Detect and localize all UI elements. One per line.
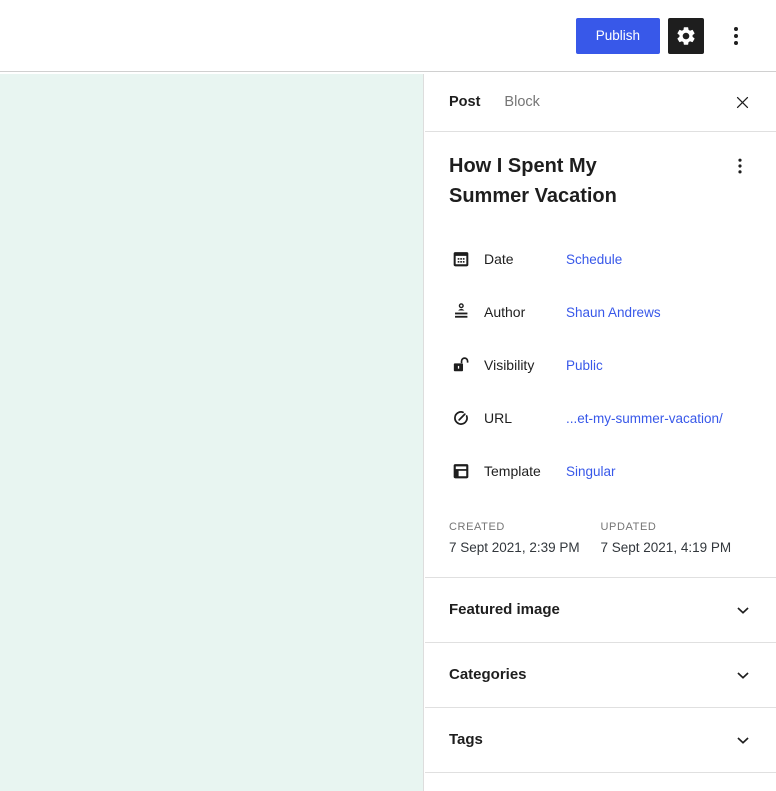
settings-button[interactable]	[668, 17, 704, 54]
tab-block[interactable]: Block	[504, 94, 539, 110]
summary-row-visibility: Visibility Public	[449, 339, 752, 392]
chevron-down-icon	[732, 729, 754, 751]
created-value: 7 Sept 2021, 2:39 PM	[449, 539, 580, 555]
post-summary-section: How I Spent My Summer Vacation Date Sche…	[425, 132, 776, 578]
summary-row-template: Template Singular	[449, 445, 752, 498]
calendar-icon	[449, 247, 473, 271]
post-meta: CREATED 7 Sept 2021, 2:39 PM UPDATED 7 S…	[449, 521, 752, 555]
editor-canvas[interactable]	[0, 73, 424, 791]
panel-title: Tags	[449, 731, 483, 748]
created-meta: CREATED 7 Sept 2021, 2:39 PM	[449, 521, 601, 555]
link-icon	[449, 406, 473, 430]
row-label-date: Date	[484, 251, 514, 267]
options-menu-button[interactable]	[722, 18, 750, 54]
visibility-link[interactable]: Public	[566, 358, 603, 373]
url-link[interactable]: ...et-my-summer-vacation/	[566, 411, 723, 426]
sidebar-tabs-header: Post Block	[425, 74, 776, 132]
publish-button[interactable]: Publish	[575, 17, 660, 54]
updated-value: 7 Sept 2021, 4:19 PM	[600, 539, 732, 555]
schedule-link[interactable]: Schedule	[566, 252, 622, 267]
post-actions-menu-button[interactable]	[728, 154, 752, 178]
template-link[interactable]: Singular	[566, 464, 616, 479]
kebab-menu-icon	[724, 24, 748, 48]
gear-icon	[675, 25, 697, 47]
panel-tags[interactable]: Tags	[425, 708, 776, 773]
tab-post[interactable]: Post	[449, 94, 480, 110]
summary-row-url: URL ...et-my-summer-vacation/	[449, 392, 752, 445]
panel-featured-image[interactable]: Featured image	[425, 578, 776, 643]
editor-topbar: Publish	[0, 0, 776, 72]
panel-categories[interactable]: Categories	[425, 643, 776, 708]
panel-title: Categories	[449, 666, 527, 683]
updated-meta: UPDATED 7 Sept 2021, 4:19 PM	[601, 521, 753, 555]
summary-row-author: Author Shaun Andrews	[449, 286, 752, 339]
settings-sidebar: Post Block How I Spent My Summer Vacatio…	[425, 73, 776, 791]
row-label-visibility: Visibility	[484, 357, 535, 373]
close-icon	[734, 94, 751, 111]
updated-label: UPDATED	[600, 520, 657, 533]
post-title: How I Spent My Summer Vacation	[449, 154, 617, 207]
unlock-icon	[449, 353, 473, 377]
chevron-down-icon	[732, 664, 754, 686]
template-icon	[449, 459, 473, 483]
author-icon	[449, 300, 473, 324]
summary-row-date: Date Schedule	[449, 233, 752, 286]
created-label: CREATED	[449, 520, 505, 533]
chevron-down-icon	[732, 599, 754, 621]
row-label-template: Template	[484, 463, 541, 479]
panel-title: Featured image	[449, 601, 560, 618]
summary-rows: Date Schedule Author Shaun Andrews Visib…	[449, 233, 752, 498]
row-label-author: Author	[484, 304, 526, 320]
row-label-url: URL	[484, 410, 513, 426]
close-sidebar-button[interactable]	[730, 90, 754, 114]
kebab-menu-icon	[730, 156, 750, 176]
author-link[interactable]: Shaun Andrews	[566, 305, 661, 320]
